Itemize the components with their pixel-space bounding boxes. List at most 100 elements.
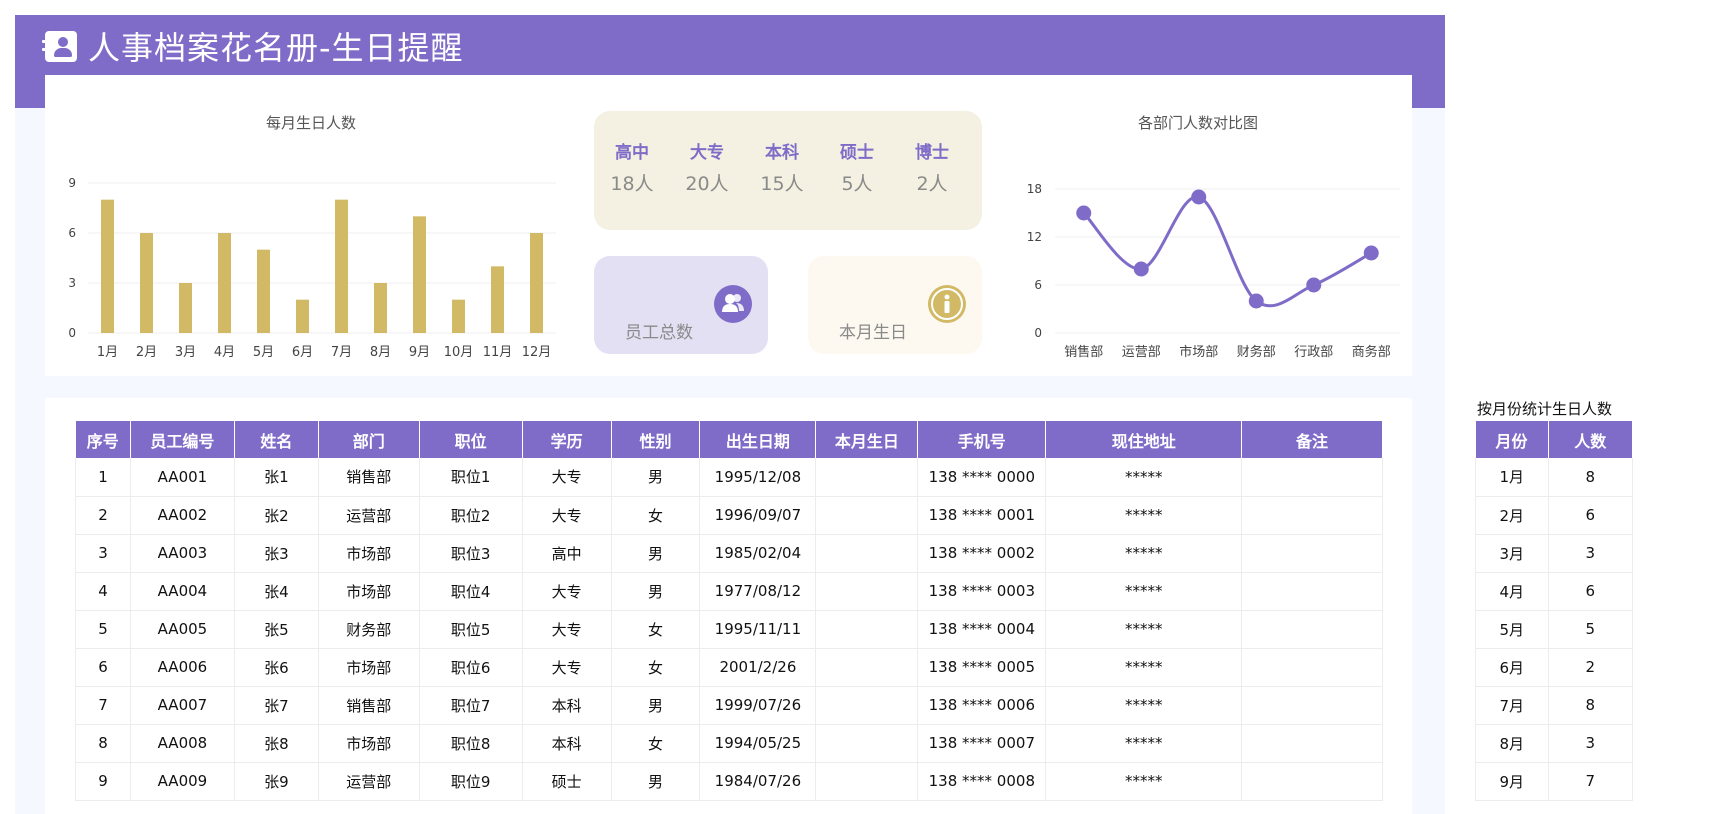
table-cell[interactable]: 张6: [234, 648, 319, 687]
table-cell[interactable]: 1995/12/08: [699, 458, 817, 497]
table-cell[interactable]: 2月: [1475, 496, 1549, 535]
table-cell[interactable]: 5: [1548, 610, 1634, 649]
table-cell[interactable]: 男: [611, 458, 701, 497]
table-cell[interactable]: *****: [1045, 648, 1243, 687]
table-cell[interactable]: 3月: [1475, 534, 1549, 573]
table-cell[interactable]: [1241, 534, 1383, 573]
table-cell[interactable]: 138 **** 0004: [917, 610, 1047, 649]
table-cell[interactable]: 市场部: [318, 648, 420, 687]
table-row[interactable]: 6月 2: [1475, 648, 1634, 687]
table-cell[interactable]: AA003: [130, 534, 235, 573]
table-cell[interactable]: 张3: [234, 534, 319, 573]
table-cell[interactable]: 9: [75, 762, 131, 801]
table-cell[interactable]: 女: [611, 610, 701, 649]
column-header[interactable]: 职位: [419, 421, 523, 458]
table-cell[interactable]: [1241, 762, 1383, 801]
table-cell[interactable]: 138 **** 0008: [917, 762, 1047, 801]
table-cell[interactable]: [815, 458, 919, 497]
table-cell[interactable]: 大专: [522, 458, 612, 497]
table-cell[interactable]: 138 **** 0003: [917, 572, 1047, 611]
table-cell[interactable]: 职位5: [419, 610, 523, 649]
table-cell[interactable]: 1994/05/25: [699, 724, 817, 763]
table-cell[interactable]: 男: [611, 686, 701, 725]
column-header[interactable]: 性别: [611, 421, 701, 458]
table-cell[interactable]: 男: [611, 762, 701, 801]
column-header[interactable]: 员工编号: [130, 421, 235, 458]
table-cell[interactable]: 张8: [234, 724, 319, 763]
table-cell[interactable]: 大专: [522, 648, 612, 687]
column-header[interactable]: 月份: [1475, 421, 1549, 458]
column-header[interactable]: 本月生日: [815, 421, 919, 458]
table-cell[interactable]: [815, 686, 919, 725]
table-cell[interactable]: 男: [611, 572, 701, 611]
table-cell[interactable]: [1241, 686, 1383, 725]
table-row[interactable]: 6 AA006 张6 市场部 职位6 大专女 2001/2/26 138 **** 0005 *…: [75, 648, 1383, 687]
table-cell[interactable]: [815, 648, 919, 687]
table-cell[interactable]: 张2: [234, 496, 319, 535]
table-cell[interactable]: 张9: [234, 762, 319, 801]
table-cell[interactable]: AA009: [130, 762, 235, 801]
table-cell[interactable]: 6: [1548, 572, 1634, 611]
table-cell[interactable]: 6月: [1475, 648, 1549, 687]
table-cell[interactable]: 张5: [234, 610, 319, 649]
table-cell[interactable]: 职位1: [419, 458, 523, 497]
column-header[interactable]: 学历: [522, 421, 612, 458]
table-cell[interactable]: 高中: [522, 534, 612, 573]
table-cell[interactable]: AA006: [130, 648, 235, 687]
table-cell[interactable]: 7月: [1475, 686, 1549, 725]
table-cell[interactable]: *****: [1045, 724, 1243, 763]
table-cell[interactable]: [815, 724, 919, 763]
table-cell[interactable]: 9月: [1475, 762, 1549, 801]
table-row[interactable]: 7月 8: [1475, 686, 1634, 725]
table-cell[interactable]: [815, 534, 919, 573]
table-row[interactable]: 1月 8: [1475, 458, 1634, 497]
table-row[interactable]: 4 AA004 张4 市场部 职位4 大专男 1977/08/12 138 **** 0003…: [75, 572, 1383, 611]
column-header[interactable]: 人数: [1548, 421, 1634, 458]
table-row[interactable]: 4月 6: [1475, 572, 1634, 611]
column-header[interactable]: 现住地址: [1045, 421, 1243, 458]
table-cell[interactable]: [815, 610, 919, 649]
table-cell[interactable]: 运营部: [318, 762, 420, 801]
table-cell[interactable]: 张4: [234, 572, 319, 611]
column-header[interactable]: 手机号: [917, 421, 1047, 458]
table-cell[interactable]: 2: [75, 496, 131, 535]
table-cell[interactable]: 3: [1548, 534, 1634, 573]
table-cell[interactable]: *****: [1045, 762, 1243, 801]
table-cell[interactable]: [1241, 648, 1383, 687]
table-cell[interactable]: 职位7: [419, 686, 523, 725]
table-cell[interactable]: 8: [1548, 686, 1634, 725]
table-cell[interactable]: *****: [1045, 686, 1243, 725]
table-cell[interactable]: 职位9: [419, 762, 523, 801]
table-cell[interactable]: 8: [75, 724, 131, 763]
table-row[interactable]: 3 AA003 张3 市场部 职位3 高中男 1985/02/04 138 **** 0002…: [75, 534, 1383, 573]
table-cell[interactable]: 2001/2/26: [699, 648, 817, 687]
table-cell[interactable]: 2: [1548, 648, 1634, 687]
table-cell[interactable]: [1241, 610, 1383, 649]
table-cell[interactable]: [815, 572, 919, 611]
table-cell[interactable]: *****: [1045, 534, 1243, 573]
table-cell[interactable]: 138 **** 0007: [917, 724, 1047, 763]
table-cell[interactable]: 运营部: [318, 496, 420, 535]
table-row[interactable]: 5 AA005 张5 财务部 职位5 大专女 1995/11/11 138 **** 0004…: [75, 610, 1383, 649]
table-cell[interactable]: 大专: [522, 610, 612, 649]
table-cell[interactable]: 1月: [1475, 458, 1549, 497]
table-row[interactable]: 1 AA001 张1 销售部 职位1 大专男 1995/12/08 138 **** 0000…: [75, 458, 1383, 497]
table-cell[interactable]: 女: [611, 496, 701, 535]
table-cell[interactable]: 6: [1548, 496, 1634, 535]
table-row[interactable]: 2月 6: [1475, 496, 1634, 535]
table-row[interactable]: 9月 7: [1475, 762, 1634, 801]
table-cell[interactable]: 财务部: [318, 610, 420, 649]
table-cell[interactable]: 138 **** 0001: [917, 496, 1047, 535]
table-cell[interactable]: [1241, 496, 1383, 535]
column-header[interactable]: 备注: [1241, 421, 1383, 458]
column-header[interactable]: 部门: [318, 421, 420, 458]
table-cell[interactable]: 8月: [1475, 724, 1549, 763]
table-row[interactable]: 2 AA002 张2 运营部 职位2 大专女 1996/09/07 138 **** 0001…: [75, 496, 1383, 535]
table-cell[interactable]: *****: [1045, 572, 1243, 611]
table-cell[interactable]: 女: [611, 724, 701, 763]
table-cell[interactable]: 职位3: [419, 534, 523, 573]
table-cell[interactable]: *****: [1045, 610, 1243, 649]
table-cell[interactable]: *****: [1045, 496, 1243, 535]
table-cell[interactable]: 销售部: [318, 458, 420, 497]
table-cell[interactable]: 8: [1548, 458, 1634, 497]
